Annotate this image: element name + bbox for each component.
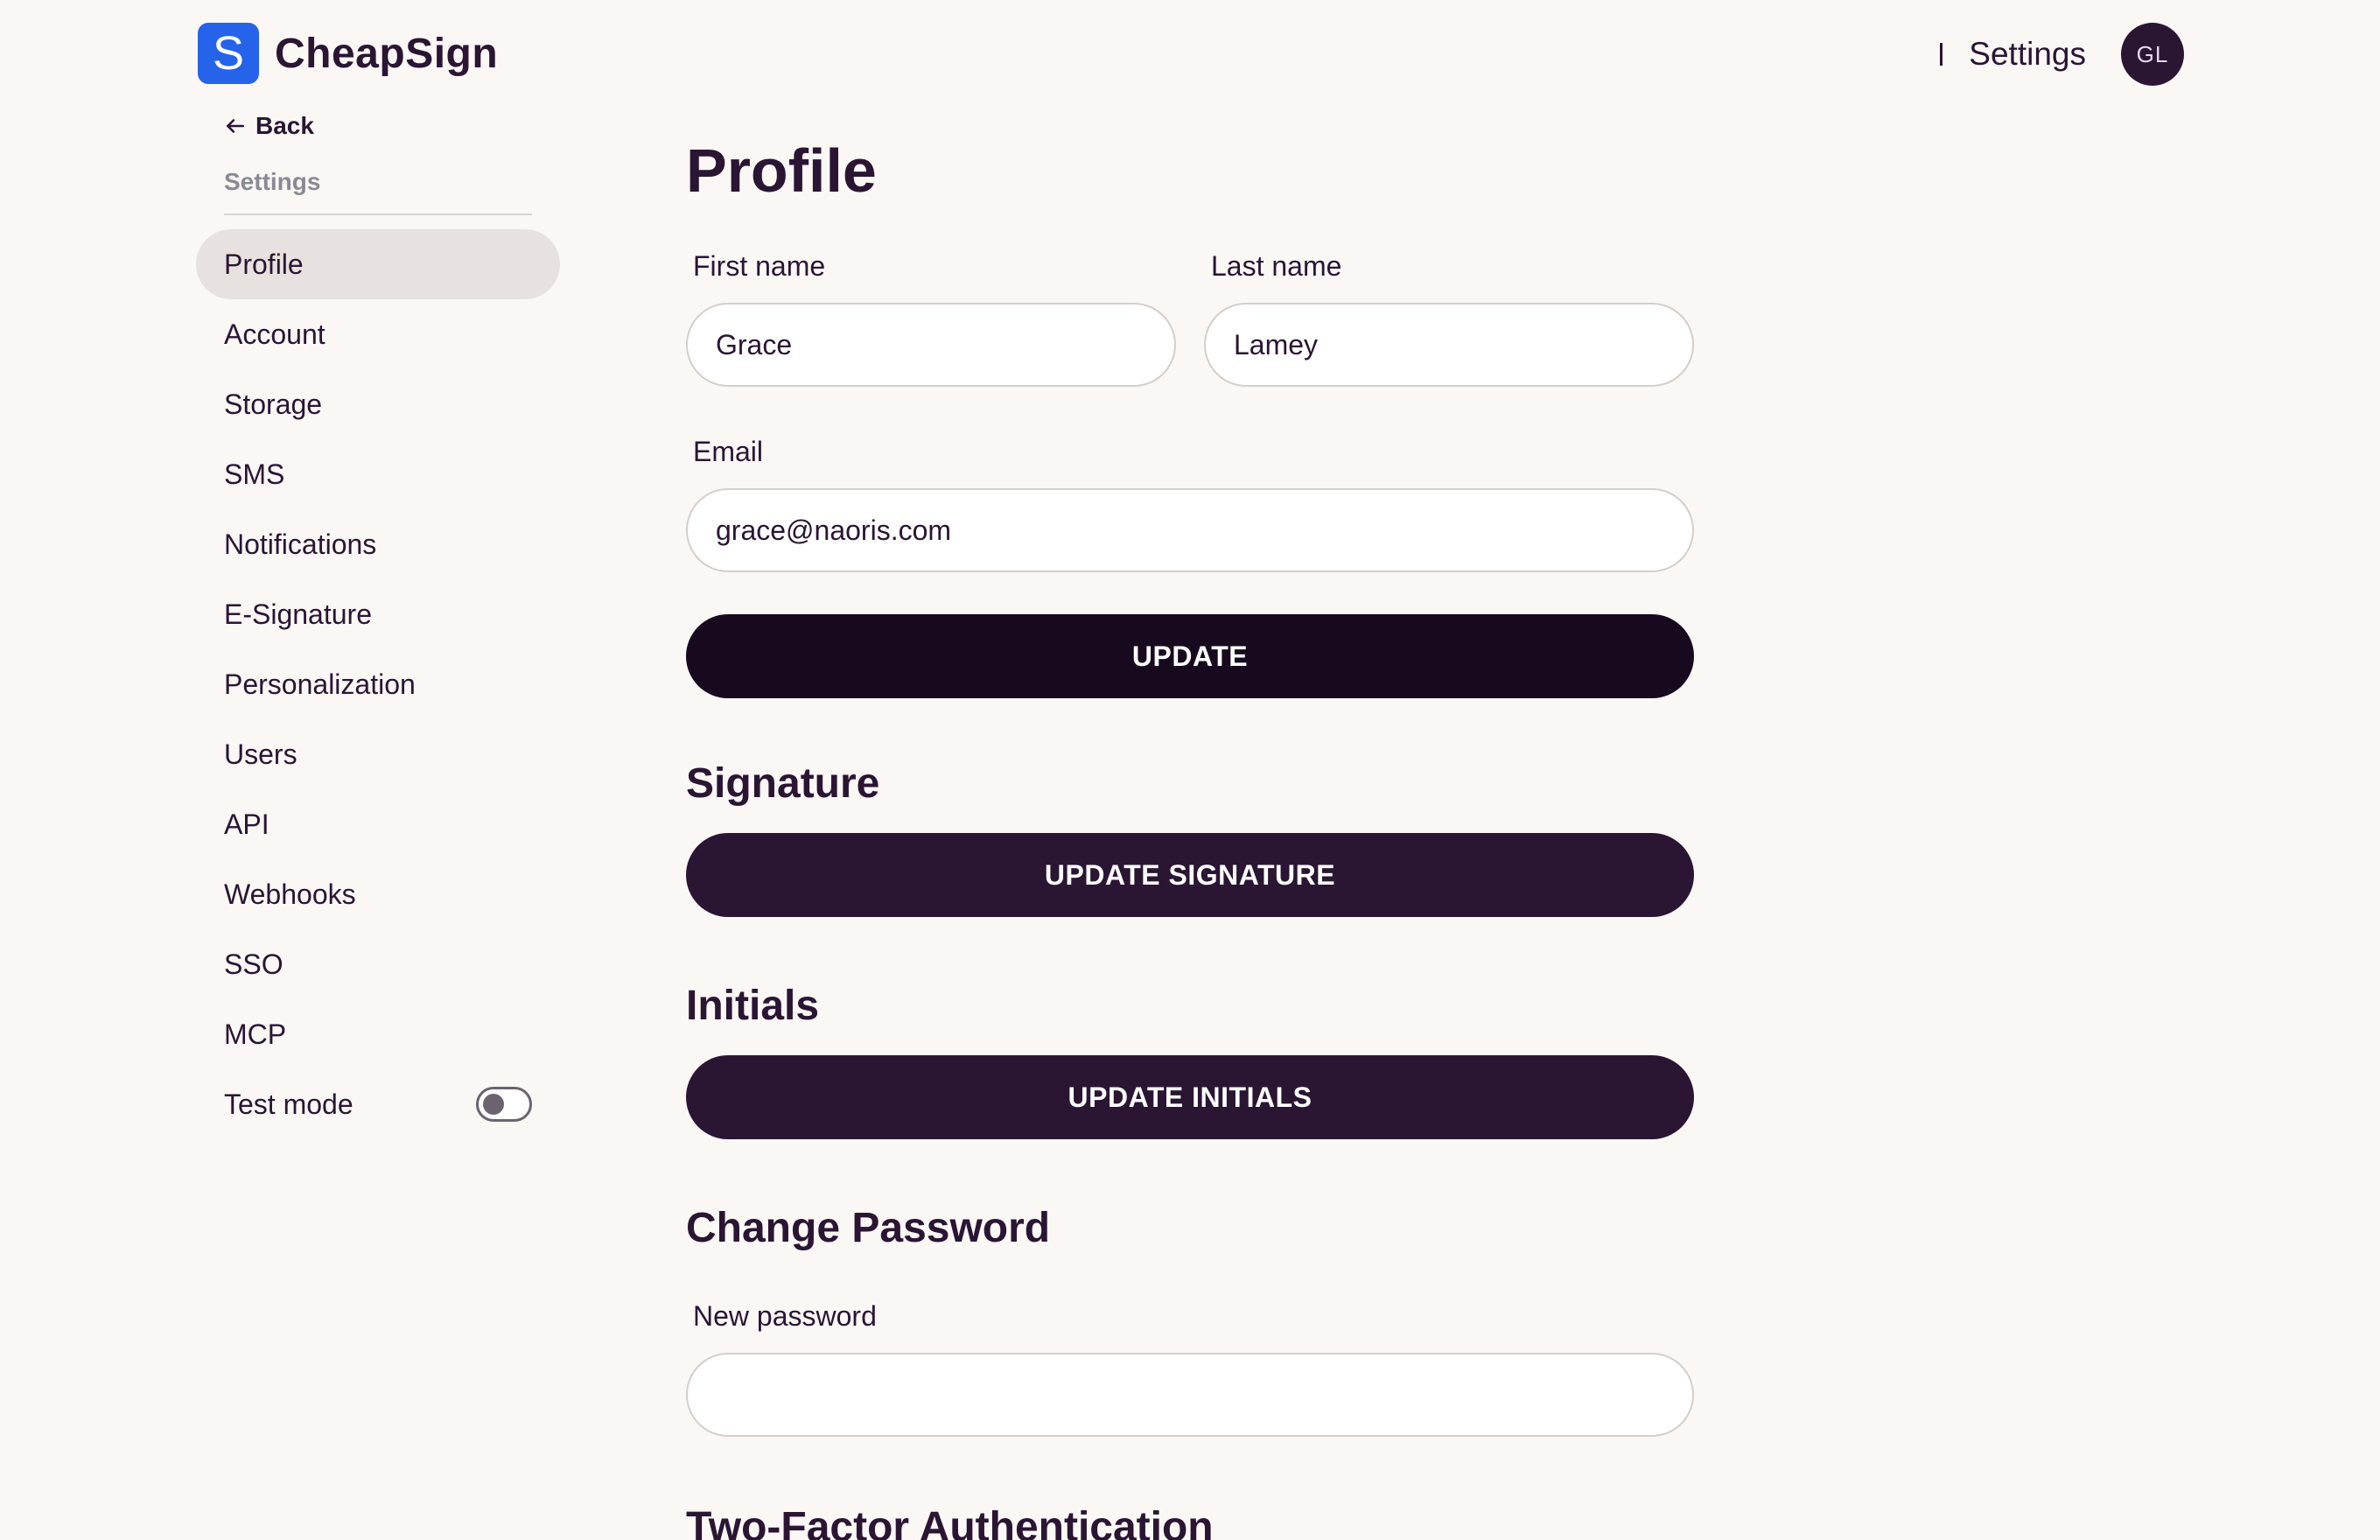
sidebar-item-api[interactable]: API xyxy=(196,789,560,859)
settings-link[interactable]: Settings xyxy=(1969,36,2086,73)
last-name-input[interactable] xyxy=(1204,303,1694,387)
main-content: Profile First name Last name Email UPDAT… xyxy=(686,140,1694,1540)
test-mode-toggle[interactable] xyxy=(476,1087,532,1122)
page-title: Profile xyxy=(686,136,877,205)
settings-page: S CheapSign Settings GL Back Settings Pr… xyxy=(0,0,2380,1540)
change-password-heading: Change Password xyxy=(686,1205,1051,1251)
name-row: First name Last name xyxy=(686,250,1694,387)
last-name-field: Last name xyxy=(1204,250,1694,387)
topbar-divider xyxy=(1940,43,1943,66)
back-link[interactable]: Back xyxy=(224,112,560,140)
brand-name: CheapSign xyxy=(275,30,499,77)
email-label: Email xyxy=(693,436,764,467)
sidebar-item-storage[interactable]: Storage xyxy=(196,369,560,439)
test-mode-row: Test mode xyxy=(196,1069,560,1139)
topbar-right: Settings GL xyxy=(1940,23,2184,86)
first-name-input[interactable] xyxy=(686,303,1176,387)
initials-heading: Initials xyxy=(686,983,820,1029)
sidebar-item-e-signature[interactable]: E-Signature xyxy=(196,579,560,649)
email-field: Email xyxy=(686,436,1694,572)
back-label: Back xyxy=(256,112,314,139)
first-name-field: First name xyxy=(686,250,1176,387)
sidebar-nav: Profile Account Storage SMS Notification… xyxy=(196,229,560,1139)
last-name-label: Last name xyxy=(1211,250,1342,282)
sidebar-item-sms[interactable]: SMS xyxy=(196,439,560,509)
first-name-label: First name xyxy=(693,250,826,282)
update-signature-button[interactable]: UPDATE SIGNATURE xyxy=(686,833,1694,917)
logo-mark-icon: S xyxy=(198,23,259,84)
sidebar-item-webhooks[interactable]: Webhooks xyxy=(196,859,560,929)
two-factor-heading: Two-Factor Authentication xyxy=(686,1504,1214,1540)
sidebar-item-mcp[interactable]: MCP xyxy=(196,999,560,1069)
sidebar-item-users[interactable]: Users xyxy=(196,719,560,789)
toggle-knob xyxy=(483,1094,504,1115)
sidebar-item-sso[interactable]: SSO xyxy=(196,929,560,999)
arrow-left-icon xyxy=(227,119,244,133)
sidebar-item-notifications[interactable]: Notifications xyxy=(196,509,560,579)
new-password-input[interactable] xyxy=(686,1353,1694,1437)
signature-heading: Signature xyxy=(686,760,880,807)
update-initials-button[interactable]: UPDATE INITIALS xyxy=(686,1055,1694,1139)
new-password-label: New password xyxy=(693,1300,877,1332)
sidebar-item-account[interactable]: Account xyxy=(196,299,560,369)
avatar[interactable]: GL xyxy=(2121,23,2184,86)
brand-logo[interactable]: S CheapSign xyxy=(198,23,498,84)
sidebar-item-profile[interactable]: Profile xyxy=(196,229,560,299)
sidebar-heading: Settings xyxy=(224,168,321,195)
email-input[interactable] xyxy=(686,488,1694,572)
update-profile-button[interactable]: UPDATE xyxy=(686,614,1694,698)
test-mode-label: Test mode xyxy=(224,1088,354,1120)
sidebar: Back Settings Profile Account Storage SM… xyxy=(196,112,560,1139)
sidebar-item-personalization[interactable]: Personalization xyxy=(196,649,560,719)
sidebar-divider xyxy=(224,214,532,215)
new-password-field: New password xyxy=(686,1300,1694,1437)
